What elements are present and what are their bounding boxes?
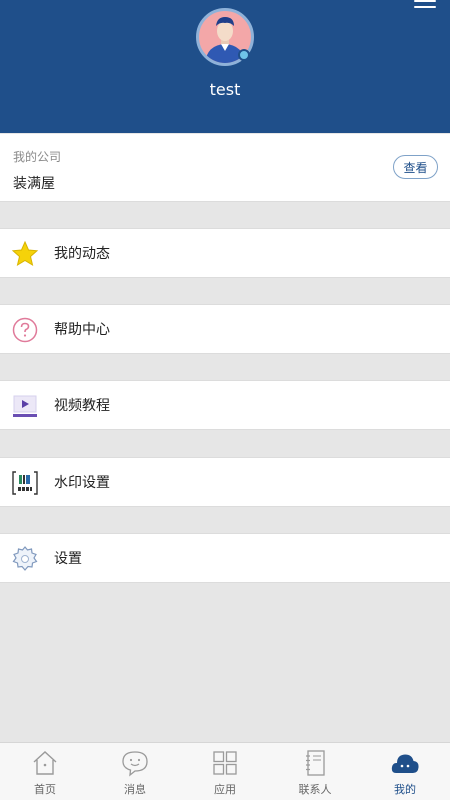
contacts-book-icon: [306, 750, 325, 776]
avatar-badge-icon: [238, 49, 250, 61]
menu-item-label: 我的动态: [54, 246, 110, 262]
menu-item-label: 视频教程: [54, 398, 110, 414]
tab-label: 消息: [124, 783, 146, 796]
video-play-icon: [13, 395, 37, 417]
cloud-user-icon: [391, 754, 419, 773]
menu-item-help-center[interactable]: 帮助中心: [0, 304, 450, 354]
question-icon: [12, 317, 38, 343]
username: test: [209, 80, 241, 99]
menu-item-label: 水印设置: [54, 475, 110, 491]
menu-icon[interactable]: [414, 0, 436, 14]
watermark-icon: [12, 471, 38, 495]
star-icon: [11, 240, 39, 267]
apps-grid-icon: [213, 751, 237, 775]
gear-icon: [12, 546, 38, 571]
company-name: 装满屋: [13, 176, 55, 192]
tab-home[interactable]: 首页: [0, 743, 90, 800]
menu-item-my-activity[interactable]: 我的动态: [0, 228, 450, 278]
company-card: 我的公司 装满屋 查看: [0, 134, 450, 202]
menu-item-video-tutorial[interactable]: 视频教程: [0, 380, 450, 430]
home-icon: [33, 751, 57, 775]
menu-item-settings[interactable]: 设置: [0, 533, 450, 583]
menu-item-label: 帮助中心: [54, 322, 110, 338]
tab-contacts[interactable]: 联系人: [270, 743, 360, 800]
chat-icon: [122, 751, 148, 777]
tab-label: 首页: [34, 783, 56, 796]
tab-label: 我的: [394, 783, 416, 796]
menu-item-watermark-settings[interactable]: 水印设置: [0, 457, 450, 507]
tab-mine[interactable]: 我的: [360, 743, 450, 800]
tab-messages[interactable]: 消息: [90, 743, 180, 800]
view-company-button[interactable]: 查看: [393, 155, 438, 179]
company-label: 我的公司: [13, 150, 62, 164]
tab-apps[interactable]: 应用: [180, 743, 270, 800]
tab-label: 应用: [214, 783, 236, 796]
tab-label: 联系人: [298, 783, 332, 796]
profile-header: test: [0, 0, 450, 133]
menu-item-label: 设置: [54, 551, 82, 567]
bottom-tab-bar: 首页 消息 应用 联系人 我的: [0, 742, 450, 800]
